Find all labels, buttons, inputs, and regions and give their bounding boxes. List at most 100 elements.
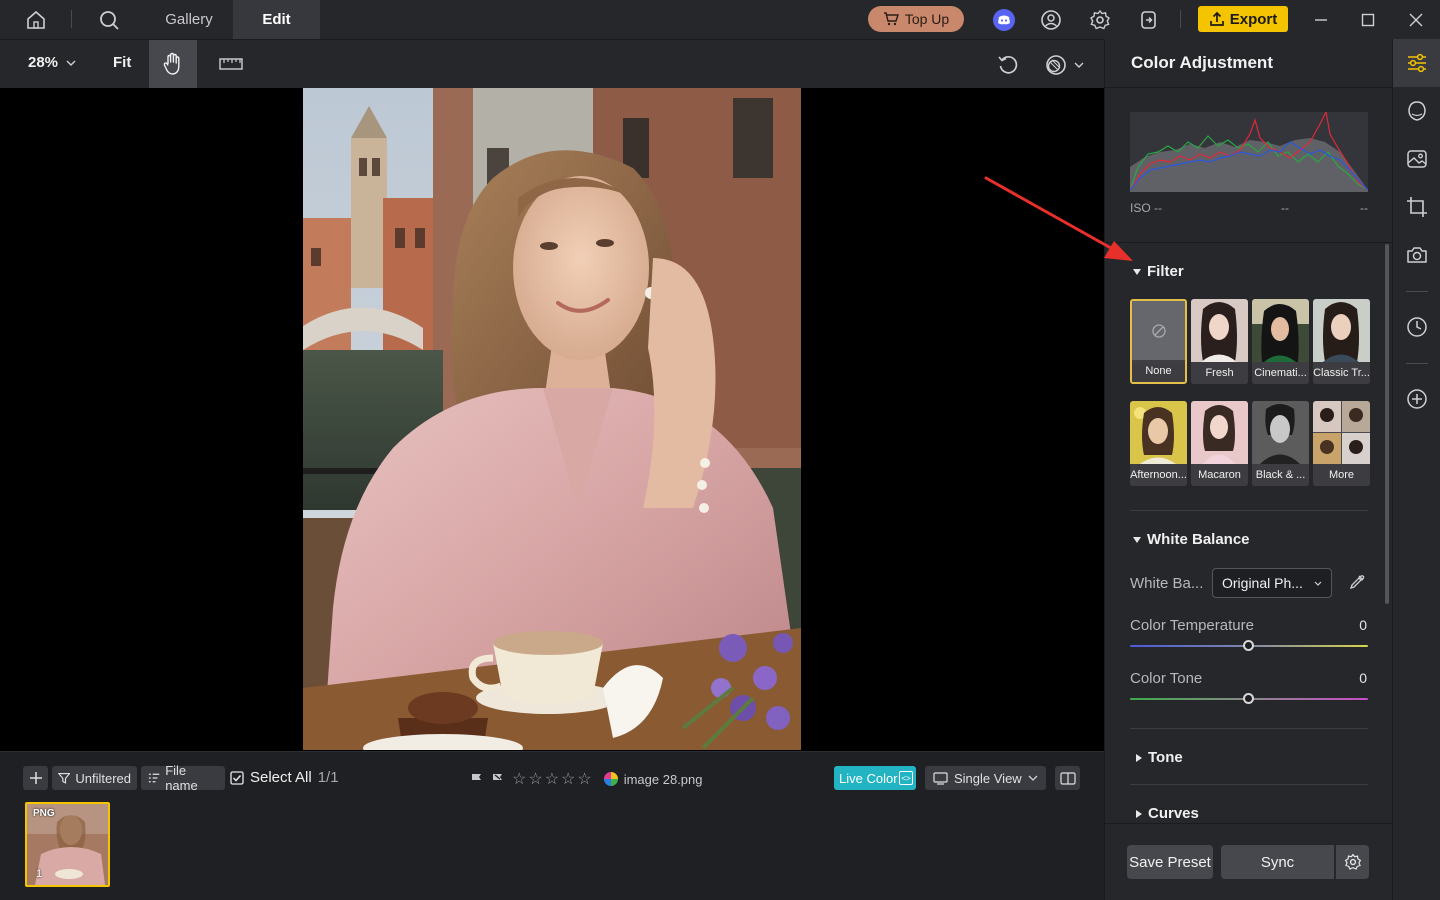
sliders-icon	[1408, 53, 1426, 73]
tab-edit[interactable]: Edit	[233, 0, 320, 39]
filter-more[interactable]: More	[1313, 401, 1370, 486]
split-view-button[interactable]	[1055, 766, 1080, 790]
filter-none[interactable]: None	[1130, 299, 1187, 384]
file-name: image 28.png	[623, 771, 703, 787]
home-icon[interactable]	[24, 8, 48, 32]
filter-cinematic[interactable]: Cinemati...	[1252, 299, 1309, 384]
zoom-dropdown[interactable]: 28%	[28, 54, 76, 71]
panel-scrollbar[interactable]	[1385, 244, 1389, 604]
divider	[71, 10, 72, 28]
selection-count: 1/1	[317, 769, 339, 786]
white-balance-value: Original Ph...	[1222, 575, 1303, 591]
account-icon[interactable]	[1039, 8, 1063, 32]
export-button[interactable]: Export	[1198, 6, 1288, 32]
minimize-icon[interactable]	[1309, 8, 1333, 32]
search-icon[interactable]	[97, 8, 121, 32]
filter-section-header[interactable]: Filter	[1133, 263, 1184, 280]
image-canvas[interactable]	[0, 88, 1104, 751]
pick-flag-icon[interactable]	[470, 773, 483, 786]
filter-classic-tr[interactable]: Classic Tr...	[1313, 299, 1370, 384]
portrait-tab[interactable]	[1393, 87, 1440, 135]
chevron-down-icon	[1028, 775, 1038, 781]
color-temperature-thumb[interactable]	[1243, 640, 1254, 651]
divider	[1180, 10, 1181, 28]
filmstrip-thumbnail[interactable]: PNG 1	[25, 802, 110, 887]
file-info: image 28.png	[603, 771, 703, 787]
white-balance-label: White Ba...	[1130, 575, 1204, 592]
save-preset-button[interactable]: Save Preset	[1127, 845, 1213, 879]
export-label: Export	[1229, 10, 1278, 28]
color-label-icon[interactable]	[603, 772, 618, 786]
star-icon[interactable]: ☆	[528, 769, 542, 789]
checkbox-checked-icon	[230, 770, 244, 785]
eyedropper-button[interactable]	[1348, 573, 1366, 591]
sync-settings-button[interactable]	[1336, 845, 1369, 879]
white-balance-select[interactable]: Original Ph...	[1212, 568, 1332, 598]
ruler-tool-button[interactable]	[218, 52, 244, 76]
color-tone-label: Color Tone	[1130, 670, 1203, 687]
filter-afternoon[interactable]: Afternoon...	[1130, 401, 1187, 486]
top-up-button[interactable]: Top Up	[868, 6, 964, 32]
filter-fresh[interactable]: Fresh	[1191, 299, 1248, 384]
maximize-icon[interactable]	[1356, 8, 1380, 32]
star-icon[interactable]: ☆	[577, 769, 591, 789]
camera-tab[interactable]	[1393, 231, 1440, 279]
undo-icon	[998, 55, 1018, 74]
tab-gallery[interactable]: Gallery	[145, 0, 233, 39]
filter-label: More	[1313, 464, 1370, 486]
camera-icon	[1407, 247, 1427, 263]
edit-toolbar: 28% Fit	[0, 39, 1104, 88]
color-adjustment-tab[interactable]	[1393, 39, 1440, 87]
funnel-icon	[58, 773, 71, 784]
curves-section-header[interactable]: Curves	[1136, 805, 1199, 822]
filter-black-white[interactable]: Black & ...	[1252, 401, 1309, 486]
star-icon[interactable]: ☆	[512, 769, 526, 789]
reset-button[interactable]	[995, 52, 1021, 78]
add-tool-tab[interactable]	[1393, 375, 1440, 423]
hand-tool-button[interactable]	[149, 40, 197, 88]
filmstrip-bar: Unfiltered File name Select All 1/1 ☆ ☆ ☆ ☆…	[0, 751, 1104, 900]
crop-icon	[1407, 197, 1427, 217]
iso-value: ISO --	[1130, 201, 1162, 215]
tone-section-header[interactable]: Tone	[1136, 749, 1183, 766]
close-icon[interactable]	[1404, 8, 1428, 32]
star-icon[interactable]: ☆	[561, 769, 575, 789]
color-temperature-value[interactable]: 0	[1359, 617, 1367, 633]
panel-footer: Save Preset Sync	[1105, 823, 1393, 900]
color-tone-value[interactable]: 0	[1359, 670, 1367, 686]
histogram	[1129, 110, 1369, 192]
view-mode-dropdown[interactable]: Single View	[925, 766, 1046, 790]
settings-icon[interactable]	[1088, 8, 1112, 32]
cart-icon	[883, 12, 899, 26]
color-tone-thumb[interactable]	[1243, 693, 1254, 704]
filter-label: Cinemati...	[1252, 362, 1309, 384]
section-title: Tone	[1148, 749, 1183, 766]
edited-photo	[303, 88, 801, 750]
plus-circle-icon	[1407, 389, 1427, 409]
crop-tab[interactable]	[1393, 183, 1440, 231]
history-tab[interactable]	[1393, 303, 1440, 351]
image-enhance-tab[interactable]	[1393, 135, 1440, 183]
thumbnail-index: 1	[36, 868, 43, 880]
live-color-button[interactable]: Live Color <>	[834, 766, 916, 790]
reject-flag-icon[interactable]	[491, 773, 504, 786]
view-mode-label: Single View	[954, 770, 1022, 786]
add-image-button[interactable]	[23, 766, 48, 790]
compare-dropdown[interactable]	[1044, 52, 1094, 78]
title-bar: Gallery Edit Top Up Export	[0, 0, 1440, 39]
file-type-badge: PNG	[33, 808, 55, 819]
select-all-checkbox[interactable]: Select All 1/1	[230, 769, 339, 786]
color-temperature-label: Color Temperature	[1130, 617, 1254, 634]
filter-dropdown[interactable]: Unfiltered	[52, 766, 137, 790]
white-balance-section-header[interactable]: White Balance	[1133, 531, 1250, 548]
fit-button[interactable]: Fit	[113, 54, 131, 71]
sign-in-icon[interactable]	[1136, 8, 1160, 32]
filter-label: Afternoon...	[1130, 464, 1187, 486]
filter-macaron[interactable]: Macaron	[1191, 401, 1248, 486]
discord-icon[interactable]	[992, 8, 1016, 32]
sync-button[interactable]: Sync	[1221, 845, 1334, 879]
star-rating[interactable]: ☆ ☆ ☆ ☆ ☆	[512, 769, 592, 789]
sort-dropdown[interactable]: File name	[141, 763, 225, 793]
filter-label: Classic Tr...	[1313, 362, 1370, 384]
star-icon[interactable]: ☆	[545, 769, 559, 789]
